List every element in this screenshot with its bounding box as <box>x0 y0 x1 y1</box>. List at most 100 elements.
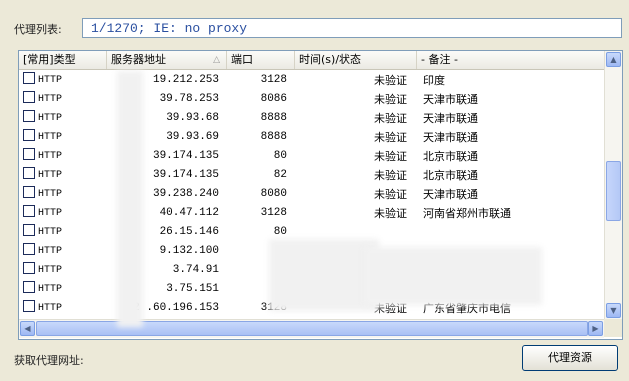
vertical-scrollbar[interactable]: ▲ ▼ <box>604 51 622 319</box>
row-checkbox[interactable] <box>23 186 35 198</box>
row-checkbox[interactable] <box>23 91 35 103</box>
proxy-type-cell: HTTP <box>23 280 107 299</box>
row-checkbox[interactable] <box>23 281 35 293</box>
column-header-status[interactable]: 时间(s)/状态 <box>295 51 417 69</box>
note-cell: 北京市联通 <box>423 150 478 163</box>
proxy-type-label: HTTP <box>38 227 63 238</box>
port-cell: 8080 <box>260 188 287 200</box>
note-cell: 天津市联通 <box>423 93 478 106</box>
proxy-type-label: HTTP <box>38 265 63 276</box>
table-row[interactable]: HTTP 40.47.112 3128 未验证 河南省郑州市联通 <box>19 204 604 223</box>
proxy-window: 代理列表: 1/1270; IE: no proxy [常用]类型 服务器地址 … <box>0 0 629 381</box>
proxy-type-cell: HTTP <box>23 166 107 185</box>
note-cell <box>417 223 602 242</box>
status-cell: 未验证 <box>374 112 407 125</box>
proxy-type-cell: HTTP <box>23 71 107 90</box>
scroll-right-button[interactable]: ▶ <box>588 321 603 336</box>
table-row[interactable]: HTTP 39.174.135 80 未验证 北京市联通 <box>19 147 604 166</box>
status-cell: 未验证 <box>374 93 407 106</box>
status-cell: 未验证 <box>374 131 407 144</box>
row-checkbox[interactable] <box>23 205 35 217</box>
row-checkbox[interactable] <box>23 262 35 274</box>
proxy-type-label: HTTP <box>38 151 63 162</box>
status-cell: 未验证 <box>374 169 407 182</box>
proxy-type-cell: HTTP <box>23 128 107 147</box>
row-checkbox[interactable] <box>23 72 35 84</box>
table-row[interactable]: HTTP 39.238.240 8080 未验证 天津市联通 <box>19 185 604 204</box>
proxy-type-label: HTTP <box>38 113 63 124</box>
column-header-server[interactable]: 服务器地址 △ <box>107 51 227 69</box>
status-cell: 未验证 <box>374 74 407 87</box>
note-cell: 印度 <box>423 74 445 87</box>
row-checkbox[interactable] <box>23 224 35 236</box>
table-row[interactable]: HTTP 39.93.68 8888 未验证 天津市联通 <box>19 109 604 128</box>
proxy-type-cell: HTTP <box>23 223 107 242</box>
status-cell: 未验证 <box>374 207 407 220</box>
proxy-list-label: 代理列表: <box>14 23 62 36</box>
proxy-type-cell: HTTP <box>23 185 107 204</box>
proxy-type-cell: HTTP <box>23 204 107 223</box>
arrow-down-icon: ▼ <box>610 306 617 315</box>
row-checkbox[interactable] <box>23 110 35 122</box>
proxy-table[interactable]: [常用]类型 服务器地址 △ 端口 时间(s)/状态 - 备注 - HTTP 19… <box>18 50 623 340</box>
port-cell: 80 <box>273 150 287 162</box>
port-cell: 82 <box>273 169 287 181</box>
proxy-resources-button[interactable]: 代理资源 <box>522 345 618 371</box>
proxy-type-label: HTTP <box>38 94 63 105</box>
column-header-port[interactable]: 端口 <box>227 51 295 69</box>
column-header-server-label: 服务器地址 <box>111 53 166 66</box>
note-cell: 河南省郑州市联通 <box>423 207 511 220</box>
redaction-blur <box>269 239 379 311</box>
port-cell: 8888 <box>260 112 287 124</box>
note-cell: 天津市联通 <box>423 188 478 201</box>
proxy-type-label: HTTP <box>38 170 63 181</box>
port-cell: 8086 <box>260 93 287 105</box>
proxy-type-label: HTTP <box>38 189 63 200</box>
table-row[interactable]: HTTP 19.212.253 3128 未验证 印度 <box>19 71 604 90</box>
proxy-type-cell: HTTP <box>23 242 107 261</box>
proxy-type-label: HTTP <box>38 75 63 86</box>
status-cell: 未验证 <box>374 150 407 163</box>
table-row[interactable]: HTTP 39.174.135 82 未验证 北京市联通 <box>19 166 604 185</box>
arrow-right-icon: ▶ <box>592 324 599 333</box>
vertical-scroll-thumb[interactable] <box>606 161 621 221</box>
proxy-type-label: HTTP <box>38 208 63 219</box>
proxy-list-bar: 代理列表: 1/1270; IE: no proxy <box>10 18 622 40</box>
column-header-type[interactable]: [常用]类型 <box>19 51 107 69</box>
row-checkbox[interactable] <box>23 148 35 160</box>
proxy-type-label: HTTP <box>38 132 63 143</box>
status-cell: 未验证 <box>374 188 407 201</box>
fetch-proxy-url-label: 获取代理网址: <box>14 354 84 367</box>
proxy-info-field[interactable]: 1/1270; IE: no proxy <box>82 18 622 38</box>
proxy-type-label: HTTP <box>38 284 63 295</box>
note-cell: 北京市联通 <box>423 169 478 182</box>
row-checkbox[interactable] <box>23 129 35 141</box>
table-row[interactable]: HTTP 39.78.253 8086 未验证 天津市联通 <box>19 90 604 109</box>
table-row[interactable]: HTTP 39.93.69 8888 未验证 天津市联通 <box>19 128 604 147</box>
scroll-up-button[interactable]: ▲ <box>606 52 621 67</box>
row-checkbox[interactable] <box>23 243 35 255</box>
column-header-note[interactable]: - 备注 - <box>417 51 604 69</box>
port-cell: 3128 <box>260 74 287 86</box>
proxy-type-cell: HTTP <box>23 90 107 109</box>
port-cell: 8888 <box>260 131 287 143</box>
note-cell: 天津市联通 <box>423 112 478 125</box>
scroll-left-button[interactable]: ◀ <box>20 321 35 336</box>
proxy-type-cell: HTTP <box>23 299 107 318</box>
arrow-up-icon: ▲ <box>610 55 617 64</box>
table-header: [常用]类型 服务器地址 △ 端口 时间(s)/状态 - 备注 - <box>19 51 604 70</box>
row-checkbox[interactable] <box>23 300 35 312</box>
port-cell: 3128 <box>260 207 287 219</box>
redaction-blur <box>117 71 143 327</box>
proxy-type-cell: HTTP <box>23 261 107 280</box>
row-checkbox[interactable] <box>23 167 35 179</box>
proxy-type-label: HTTP <box>38 246 63 257</box>
proxy-type-cell: HTTP <box>23 109 107 128</box>
sort-ascending-icon: △ <box>213 55 220 65</box>
scrollbar-corner <box>604 319 622 337</box>
horizontal-scrollbar[interactable]: ◀ ▶ <box>19 319 604 338</box>
note-cell: 天津市联通 <box>423 131 478 144</box>
scroll-down-button[interactable]: ▼ <box>606 303 621 318</box>
proxy-type-label: HTTP <box>38 303 63 314</box>
proxy-type-cell: HTTP <box>23 147 107 166</box>
